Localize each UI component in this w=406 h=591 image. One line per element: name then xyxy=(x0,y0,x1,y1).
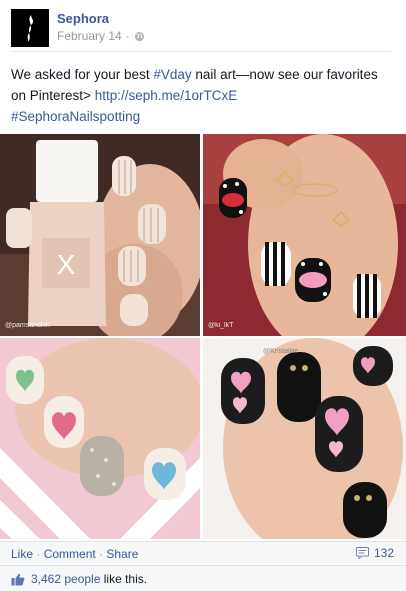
page-avatar[interactable] xyxy=(11,9,49,47)
post-header: Sephora February 14 · xyxy=(11,9,391,47)
comment-link[interactable]: Comment xyxy=(44,547,96,561)
page-name-link[interactable]: Sephora xyxy=(57,11,109,26)
sephora-logo-icon xyxy=(11,9,49,47)
post-actions-bar: Like · Comment · Share 132 xyxy=(0,541,406,564)
message-text-1: We asked for your best xyxy=(11,67,154,82)
likes-suffix: like this. xyxy=(100,572,148,586)
action-separator: · xyxy=(33,547,44,561)
photo-candy-hearts[interactable] xyxy=(0,338,200,539)
comment-count: 132 xyxy=(373,546,394,560)
separator-dot: · xyxy=(125,29,130,43)
hashtag-spotting-link[interactable]: #SephoraNailspotting xyxy=(11,109,140,124)
photo-image xyxy=(0,338,200,539)
share-link[interactable]: Share xyxy=(106,547,138,561)
globe-icon[interactable] xyxy=(134,31,145,42)
post-date[interactable]: February 14 xyxy=(57,29,122,43)
photo-credit: @pamsandkin xyxy=(5,322,50,329)
thumbs-up-icon xyxy=(11,573,25,585)
photo-credit: @ki_lkT xyxy=(208,322,234,329)
likes-count-link[interactable]: 3,462 people xyxy=(31,572,100,586)
facebook-post: Sephora February 14 · We asked for your … xyxy=(0,0,406,591)
photo-credit: @Kristalilie xyxy=(263,348,299,355)
comment-count-button[interactable]: 132 xyxy=(355,546,394,560)
action-links: Like · Comment · Share xyxy=(11,547,138,561)
like-link[interactable]: Like xyxy=(11,547,33,561)
svg-text:X: X xyxy=(57,249,76,280)
photo-pink-hearts-black[interactable]: @Kristalilie xyxy=(203,338,406,539)
likes-summary: 3,462 people like this. xyxy=(11,572,147,586)
pinterest-link[interactable]: http://seph.me/1orTCxE xyxy=(95,88,238,103)
likes-bar: 3,462 people like this. xyxy=(0,565,406,591)
photo-image xyxy=(203,338,406,539)
photo-lips-stripes[interactable]: @ki_lkT xyxy=(203,134,406,336)
photo-image: X xyxy=(0,134,200,336)
post-meta: February 14 · xyxy=(57,29,145,43)
comment-bubble-icon xyxy=(355,547,369,559)
photo-grid: X @pamsandkin @ki_lkT @Kristalilie xyxy=(0,134,406,539)
header-divider xyxy=(11,51,391,52)
photo-image xyxy=(203,134,406,336)
photo-nude-stripes[interactable]: X @pamsandkin xyxy=(0,134,200,336)
hashtag-vday-link[interactable]: #Vday xyxy=(153,67,191,82)
post-message: We asked for your best #Vday nail art—no… xyxy=(11,64,381,127)
action-separator: · xyxy=(95,547,107,561)
